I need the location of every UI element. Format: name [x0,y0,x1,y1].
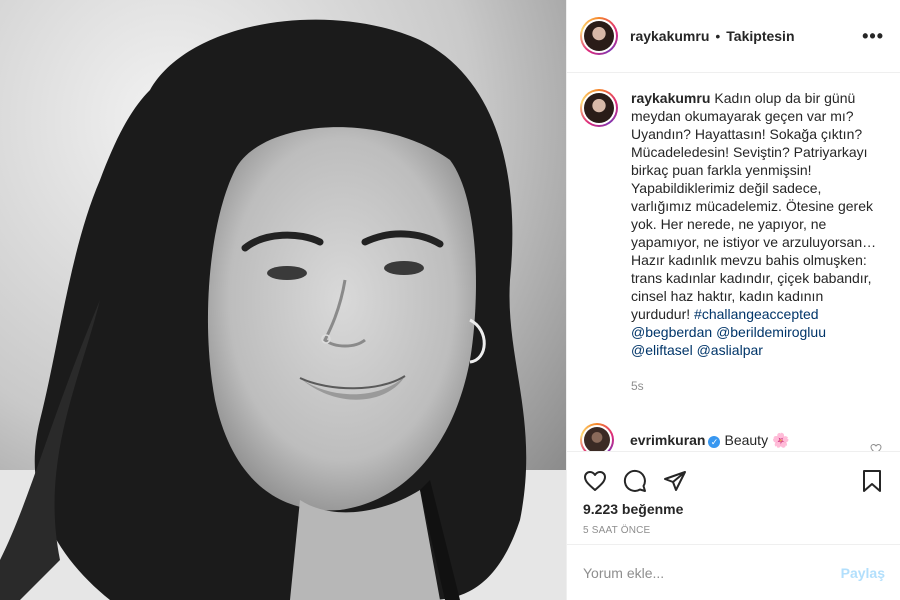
comment-text: Beauty [724,431,769,448]
caption-text: Kadın olup da bir günü meydan okumayarak… [631,90,877,322]
caption-hashtag[interactable]: #challangeaccepted [694,306,819,322]
caption-time: 5s [631,379,644,393]
commenter-username[interactable]: evrimkuran [630,432,705,448]
commenter-avatar[interactable] [580,423,614,451]
add-comment-bar: Paylaş [567,544,900,600]
comment-input[interactable] [583,564,841,581]
mention-link[interactable]: @berildemirogluu [716,324,826,340]
bookmark-icon[interactable] [860,469,884,493]
mention-link[interactable]: @aslialpar [697,342,763,358]
caption: raykakumru Kadın olup da bir günü meydan … [580,89,884,395]
post-header: raykakumru • Takiptesin ••• [567,0,900,73]
heart-icon[interactable] [583,469,607,493]
mention-link[interactable]: @eliftasel [631,342,693,358]
action-bar [567,451,900,501]
post-photo[interactable] [0,0,566,600]
flower-emoji: 🌸 [771,431,790,448]
comment-item: evrimkuran ✓ Beauty 🌸 [580,423,884,451]
portrait-image [0,0,566,600]
mention-link[interactable]: @begberdan [631,324,712,340]
post-timestamp: 5 SAAT ÖNCE [583,525,651,536]
comment-like-heart-icon[interactable] [870,443,882,451]
comments-section[interactable]: raykakumru Kadın olup da bir günü meydan … [567,73,900,451]
separator-dot: • [715,28,721,44]
verified-badge-icon: ✓ [708,435,721,448]
more-options-icon[interactable]: ••• [862,26,884,47]
follow-status-button[interactable]: Takiptesin [726,28,794,44]
caption-avatar[interactable] [580,89,618,127]
caption-username[interactable]: raykakumru [631,90,710,106]
likes-count[interactable]: 9.223 beğenme [567,501,900,523]
comment-icon[interactable] [623,469,647,493]
share-icon[interactable] [663,469,687,493]
author-avatar[interactable] [580,17,618,55]
post-side-panel: raykakumru • Takiptesin ••• raykakumru Ka… [566,0,900,600]
author-username[interactable]: raykakumru [630,28,709,44]
comment-body: evrimkuran ✓ Beauty 🌸 [630,432,789,449]
post-comment-button[interactable]: Paylaş [841,565,885,581]
caption-body: raykakumru Kadın olup da bir günü meydan … [631,89,884,395]
